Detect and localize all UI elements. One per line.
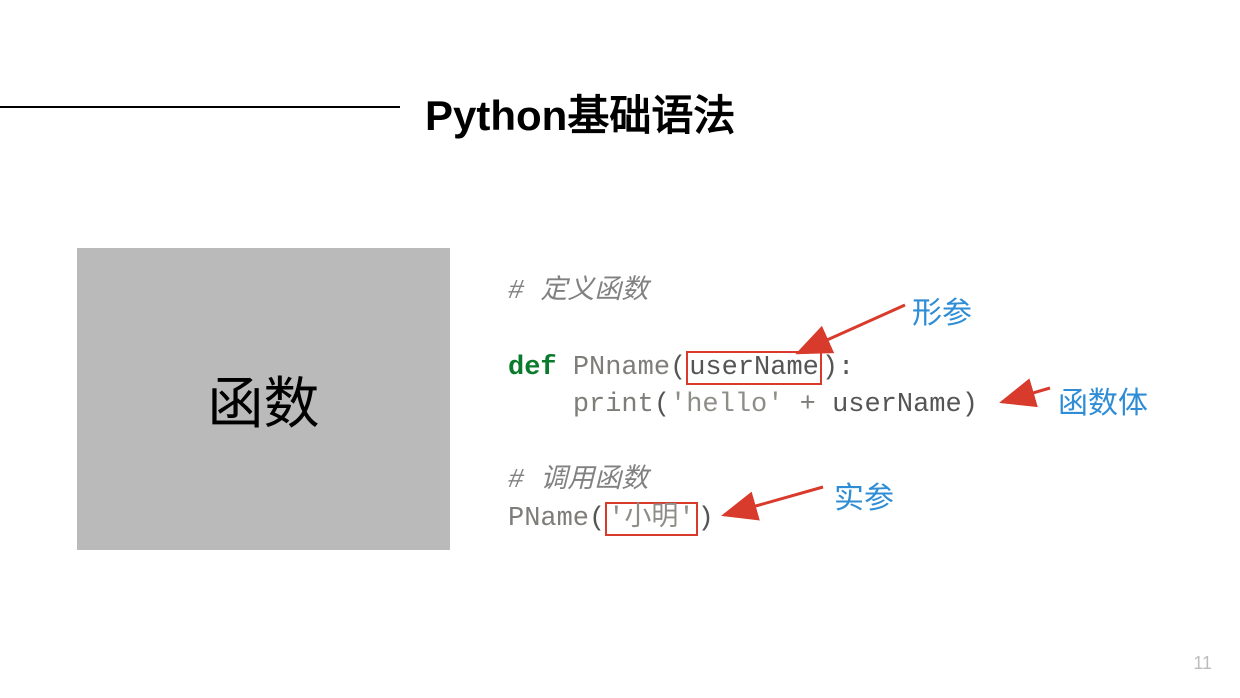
close-paren-2: ) (698, 504, 714, 534)
page-title: Python基础语法 (425, 82, 735, 143)
arrow-actual-param-icon (718, 480, 828, 520)
topic-label: 函数 (208, 359, 320, 440)
keyword-def: def (508, 353, 557, 383)
arrow-formal-param-icon (790, 298, 910, 358)
annotation-formal-param: 形参 (912, 288, 972, 332)
header-divider (0, 106, 400, 108)
arg-boxed: '小明' (605, 502, 697, 536)
print-call: print (573, 390, 654, 420)
topic-box: 函数 (77, 248, 450, 550)
close-paren-1: ) (962, 390, 978, 420)
plus-op: + (783, 390, 832, 420)
string-hello: 'hello' (670, 390, 783, 420)
page-number: 11 (1193, 653, 1212, 674)
function-name-def: PNname (573, 353, 670, 383)
function-name-call: PName (508, 504, 589, 534)
annotation-func-body: 函数体 (1058, 378, 1148, 422)
code-comment-2: # 调用函数 (508, 466, 648, 496)
arrow-func-body-icon (998, 378, 1054, 408)
ident-username: userName (832, 390, 962, 420)
code-comment-1: # 定义函数 (508, 277, 648, 307)
annotation-actual-param: 实参 (834, 473, 894, 517)
